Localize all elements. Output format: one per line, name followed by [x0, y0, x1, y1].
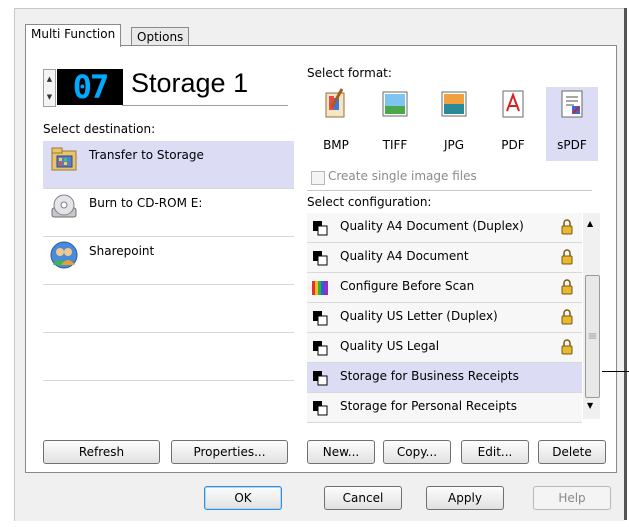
scanner-config-icon — [313, 401, 328, 416]
configuration-label: Select configuration: — [307, 195, 432, 209]
jpg-image-icon — [441, 91, 467, 117]
destination-list: Transfer to Storage Burn to CD-ROM E: Sh… — [43, 141, 294, 433]
profile-name: Storage 1 — [131, 68, 249, 98]
scroll-grip-icon — [588, 333, 597, 339]
format-tiff[interactable]: TIFF — [369, 87, 421, 161]
sharepoint-icon — [50, 241, 78, 269]
lock-icon — [561, 219, 573, 235]
cancel-button[interactable]: Cancel — [324, 486, 402, 510]
help-button[interactable]: Help — [533, 486, 611, 510]
lock-icon — [561, 309, 573, 325]
single-image-label: Create single image files — [328, 169, 477, 183]
configuration-label-text: Quality US Letter (Duplex) — [340, 309, 498, 323]
format-bmp[interactable]: BMP — [310, 87, 362, 161]
configuration-item[interactable]: Storage for Business Receipts — [307, 363, 582, 393]
configuration-label-text: Configure Before Scan — [340, 279, 475, 293]
destination-empty-row — [43, 333, 294, 381]
delete-button[interactable]: Delete — [538, 440, 606, 464]
scanner-config-icon — [313, 311, 328, 326]
configuration-item[interactable]: Quality A4 Document (Duplex) — [307, 213, 582, 243]
apply-button[interactable]: Apply — [426, 486, 504, 510]
configuration-label-text: Quality A4 Document (Duplex) — [340, 219, 524, 233]
configuration-item[interactable]: Storage for Personal Receipts — [307, 393, 582, 423]
configuration-item[interactable]: Configure Before Scan — [307, 273, 582, 303]
format-label-text: JPG — [443, 138, 465, 152]
destination-empty-row — [43, 381, 294, 428]
ok-button[interactable]: OK — [204, 486, 282, 510]
spdf-document-icon — [561, 90, 583, 118]
copy-button[interactable]: Copy... — [383, 440, 451, 464]
format-pdf[interactable]: PDF — [487, 87, 539, 161]
configuration-item[interactable]: Quality US Legal — [307, 333, 582, 363]
tab-options[interactable]: Options — [131, 27, 190, 46]
tab-multi-function[interactable]: Multi Function — [25, 24, 122, 47]
lock-icon — [561, 279, 573, 295]
spin-down-arrow-icon[interactable]: ▼ — [44, 88, 55, 106]
format-label-text: sPDF — [557, 138, 587, 152]
format-label-text: PDF — [501, 138, 525, 152]
callout-line — [602, 371, 629, 372]
refresh-button[interactable]: Refresh — [43, 440, 160, 464]
configure-before-scan-icon — [312, 281, 328, 295]
edit-button[interactable]: Edit... — [461, 440, 529, 464]
cd-rom-icon — [51, 194, 77, 218]
divider — [122, 105, 288, 106]
destination-item-sharepoint[interactable]: Sharepoint — [43, 237, 294, 285]
destination-label-text: Burn to CD-ROM E: — [89, 196, 203, 210]
destination-item-burn-to-cd[interactable]: Burn to CD-ROM E: — [43, 189, 294, 237]
divider — [307, 190, 592, 191]
scroll-down-arrow-icon[interactable]: ▼ — [587, 401, 593, 410]
new-button[interactable]: New... — [307, 440, 375, 464]
destination-label: Select destination: — [43, 122, 156, 136]
scanner-config-icon — [313, 251, 328, 266]
configuration-label-text: Quality A4 Document — [340, 249, 469, 263]
configuration-item[interactable]: Quality A4 Document — [307, 243, 582, 273]
destination-item-transfer-to-storage[interactable]: Transfer to Storage — [43, 141, 294, 189]
lock-icon — [561, 339, 573, 355]
scanner-config-icon — [313, 341, 328, 356]
configuration-item[interactable]: Quality US Letter (Duplex) — [307, 303, 582, 333]
profile-spinner[interactable]: ▲ ▼ — [43, 69, 56, 107]
spin-up-arrow-icon[interactable]: ▲ — [44, 70, 55, 88]
scroll-thumb[interactable] — [585, 275, 600, 398]
configuration-label-text: Storage for Personal Receipts — [340, 399, 517, 413]
configuration-label-text: Storage for Business Receipts — [340, 369, 519, 383]
format-label: Select format: — [307, 66, 392, 80]
configuration-label-text: Quality US Legal — [340, 339, 440, 353]
bmp-paint-icon — [325, 88, 345, 118]
format-jpg[interactable]: JPG — [428, 87, 480, 161]
window-edge — [624, 8, 627, 520]
configuration-list: Quality A4 Document (Duplex) Quality A4 … — [307, 213, 582, 423]
scanner-config-icon — [313, 371, 328, 386]
scanner-config-icon — [313, 221, 328, 236]
properties-button[interactable]: Properties... — [171, 440, 288, 464]
pdf-document-icon — [502, 90, 524, 118]
format-spdf[interactable]: sPDF — [546, 87, 598, 161]
scroll-up-arrow-icon[interactable]: ▲ — [587, 219, 593, 228]
destination-label-text: Transfer to Storage — [89, 148, 204, 162]
lock-icon — [561, 249, 573, 265]
profile-number-display: 07 — [57, 69, 123, 105]
storage-folder-icon — [51, 147, 77, 171]
tiff-image-icon — [382, 91, 408, 117]
single-image-checkbox[interactable] — [311, 171, 325, 185]
format-label-text: TIFF — [382, 138, 408, 152]
destination-label-text: Sharepoint — [89, 244, 155, 258]
destination-empty-row — [43, 285, 294, 333]
format-label-text: BMP — [323, 138, 349, 152]
